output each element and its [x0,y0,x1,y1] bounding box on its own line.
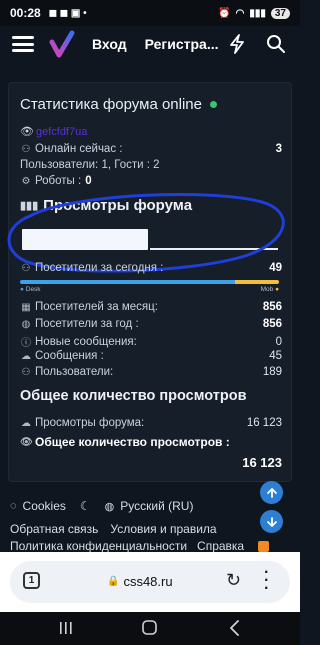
cookie-icon: ◌ [10,500,17,512]
device-share-bar [20,280,279,284]
globe-icon: ◍ [104,500,115,513]
total-views-label: Общее количество просмотров : [35,435,230,449]
total-views-value: 16 123 [242,455,282,470]
new-messages-value: 0 [275,335,282,348]
messages-value: 45 [269,350,282,362]
feedback-link[interactable]: Обратная связь [10,522,98,536]
visitors-today-label: Посетители за сегодня : [35,262,164,274]
users-guests-text: Пользователи: 1, Гости : 2 [20,159,160,171]
arrow-up-icon [266,487,277,498]
alarm-icon: ⏰ [218,7,231,19]
scroll-down-button[interactable] [260,510,283,533]
device-share-labels: ● Desk Mob ● [20,286,279,293]
desk-share-segment [20,280,235,284]
browser-toolbar: 1 🔒 css48.ru ↻ · · · [0,552,300,612]
eye-icon: 👁 [20,436,33,448]
calendar-icon: ▦ [21,301,31,313]
visitors-month-row: ▦ Посетителей за месяц: 856 [20,301,282,313]
url-text[interactable]: css48.ru [123,574,172,589]
online-now-label: Онлайн сейчас : [35,143,123,155]
site-logo[interactable] [48,30,76,58]
forum-views-row: ☁ Просмотры форума: 16 123 [20,417,282,429]
footer-settings-row: ◌ Cookies ☾ ◍ Русский (RU) [10,499,193,513]
globe-icon: ◍ [21,318,31,330]
battery-indicator: 37 [270,7,290,19]
online-status-dot [210,101,217,108]
users-guests-row: Пользователи: 1, Гости : 2 [20,159,282,171]
system-navigation-bar [0,612,300,645]
users-icon: ⚇ [21,262,31,274]
users-group-icon: ⚇ [21,366,31,378]
moon-icon[interactable]: ☾ [80,499,91,513]
visitors-year-row: ◍ Посетители за год : 856 [20,318,282,330]
comment-icon: ☁ [21,417,31,429]
lock-icon: 🔒 [107,576,120,587]
url-display[interactable]: 🔒 css48.ru [107,574,173,589]
footer-links-row-2: Политика конфиденциальности Справка [10,539,270,553]
arrow-down-icon [266,516,277,527]
cookies-link[interactable]: Cookies [23,499,66,513]
tab-count-button[interactable]: 1 [23,572,40,589]
top-navigation: Вход Регистра... [0,26,300,62]
online-now-row: ⚇ Онлайн сейчас : 3 [20,143,282,155]
mob-share-segment [234,280,279,284]
register-link[interactable]: Регистра... [145,36,219,52]
forum-stats-title: Статистика форума online [20,96,217,113]
messages-row: ☁ Сообщения : 45 [20,350,282,362]
forum-views-value: 16 123 [246,417,282,429]
total-views-title: Общее количество просмотров [20,388,247,404]
status-time: 00:28 [10,6,41,20]
bolt-icon[interactable] [228,34,246,59]
search-icon[interactable] [266,34,286,59]
terms-link[interactable]: Условия и правила [110,522,216,536]
user-icon: ⚇ [21,143,31,155]
privacy-link[interactable]: Политика конфиденциальности [10,539,187,553]
recent-apps-icon[interactable] [60,622,72,634]
visitors-year-value: 856 [262,318,282,330]
scroll-up-button[interactable] [260,481,283,504]
new-messages-label: Новые сообщения: [35,335,137,348]
notification-icons: ◼ ◼ ▣ • [48,7,87,19]
language-selector[interactable]: Русский (RU) [120,499,193,513]
rss-icon[interactable] [258,540,270,552]
menu-icon[interactable] [12,36,34,52]
visitors-year-label: Посетители за год : [35,318,139,330]
total-views-row: 👁 Общее количество просмотров : [20,435,282,449]
online-user-link[interactable]: 👁 gefcfdf7ua [20,125,87,139]
messages-label: Сообщения : [35,350,104,362]
status-bar: 00:28 ◼ ◼ ▣ • ⏰ ◠ ▮▮▮ 37 [0,0,300,26]
eye-icon: 👁 [20,126,34,138]
online-user-name[interactable]: gefcfdf7ua [36,126,87,138]
total-views-value-row: 16 123 [20,455,282,470]
robot-icon: ⚙ [21,175,31,187]
address-bar[interactable]: 1 🔒 css48.ru ↻ · · · [10,561,290,603]
online-now-value: 3 [275,143,282,155]
signal-icon: ▮▮▮ [249,7,266,19]
visitors-today-row: ⚇ Посетители за сегодня : 49 [20,262,282,274]
wifi-icon: ◠ [235,7,245,19]
users-value: 189 [262,366,282,378]
back-icon[interactable] [230,620,239,636]
new-icon: ⓘ [21,338,31,349]
home-icon[interactable] [142,620,157,635]
desk-label: Desk [25,286,41,293]
visitors-today-value: 49 [269,262,282,274]
users-row: ⚇ Пользователи: 189 [20,366,282,378]
visitors-month-value: 856 [262,301,282,313]
more-options-icon[interactable]: · · · [264,565,269,597]
visitors-month-label: Посетителей за месяц: [35,301,158,313]
forum-stats-title-text: Статистика форума online [20,96,202,113]
new-messages-row: ⓘ Новые сообщения: 0 [20,334,282,350]
comments-icon: ☁ [21,350,31,362]
reload-icon[interactable]: ↻ [226,570,241,591]
footer-links-row-1: Обратная связь Условия и правила [10,522,217,536]
login-link[interactable]: Вход [92,36,127,52]
forum-views-label: Просмотры форума: [35,417,145,429]
help-link[interactable]: Справка [197,539,244,553]
mob-label: Mob [260,286,274,293]
users-label: Пользователи: [35,366,114,378]
